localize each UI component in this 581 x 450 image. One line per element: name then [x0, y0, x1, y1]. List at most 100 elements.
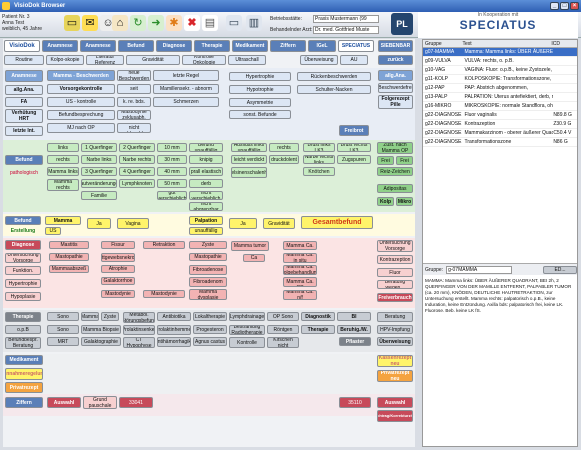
summary-row[interactable]: g16-MIKRO MIKROSKOPIE: normale Standflora…	[423, 102, 577, 111]
diag-mastodynie[interactable]: Mastodynie	[101, 290, 135, 298]
rueckenbeschwerden-button[interactable]: Rückenbeschwerden	[297, 72, 371, 81]
therapie-label[interactable]: Therapie	[5, 312, 41, 322]
adipositas-button[interactable]: Adipositas	[377, 184, 413, 193]
fa-button[interactable]: FA	[5, 97, 43, 107]
ther-kontrolle[interactable]: Kontrolle	[229, 337, 265, 348]
ther-pflaster[interactable]: Pflaster	[339, 337, 371, 346]
summary-row[interactable]: g22-DIAGNOSE Transformationszone N86 G	[423, 138, 577, 147]
card-icon[interactable]: ▭	[64, 15, 80, 31]
subtab-literatur[interactable]: Literatur Referenz	[86, 55, 124, 65]
folgerezept-button[interactable]: Folgerezept Pille	[378, 95, 413, 109]
gesamtbefund-button[interactable]: Gesamtbefund	[301, 216, 373, 229]
befund-10mm[interactable]: 10 mm	[157, 143, 187, 152]
seit-button[interactable]: seit	[117, 84, 151, 94]
summary-row[interactable]: g13-PALP PALPATION: Uterus antefiektiert,…	[423, 93, 577, 102]
befund-prall-elastisch[interactable]: prall elastisch	[189, 167, 223, 176]
gruppe-select[interactable]: g-07MAMMA	[446, 265, 513, 274]
diag-mamma-tumor[interactable]: Mamma tumor	[231, 241, 269, 251]
ther-lokaltherapie[interactable]: Lokaltherapie	[193, 312, 227, 321]
befund-nicht-abgrenzbar[interactable]: nicht abgrenzbar	[189, 202, 223, 211]
befund-familie[interactable]: Familie	[81, 191, 117, 200]
summary-row[interactable]: g11-KOLP KOLPOSKOPIE: Transformationszone…	[423, 75, 577, 84]
mikro-button[interactable]: Mikro	[396, 197, 413, 206]
tab-therapie[interactable]: Therapie	[194, 40, 230, 52]
neue-beschwerden-button[interactable]: neue Beschwerden	[117, 70, 151, 81]
allg-ana-right[interactable]: allg.Ana.	[378, 70, 413, 81]
ther-bestrahlung[interactable]: Bestrahlung Radiotherapie	[229, 325, 265, 335]
tab-diagnose[interactable]: Diagnose	[156, 40, 192, 52]
befund-mamma-rechts[interactable]: Mamma rechts	[47, 179, 79, 191]
home-icon[interactable]: ⌂	[112, 15, 128, 31]
letzte-int-button[interactable]: letzte Int.	[5, 126, 43, 136]
summary-row[interactable]: g22-DIAGNOSE Fluor vaginalis N89.8 G	[423, 111, 577, 120]
diagnose-label[interactable]: Diagnose	[5, 240, 41, 250]
befund-mid-button[interactable]: Ja	[229, 218, 257, 229]
summary-row[interactable]: g12-PAP PAP: Abstrich abgenommen,	[423, 84, 577, 93]
edit-button[interactable]: ED...	[543, 265, 577, 274]
betriebsstaette-select[interactable]: Praxis Mustermann (99	[313, 15, 379, 23]
diag-fettgewebsnekrose[interactable]: Fettgewebsnekrose	[101, 253, 135, 262]
befund-unauffaellig[interactable]: Befund unauffällig	[189, 143, 223, 152]
tab-anamnese-2[interactable]: Anamnese	[80, 40, 116, 52]
befundbesprechung-button[interactable]: Befundbesprechung	[47, 110, 115, 120]
diag-fibroadenom[interactable]: Fibroadenom	[189, 277, 227, 287]
befund-col-links[interactable]: links	[47, 143, 79, 152]
subtab-ultraschall[interactable]: Ultraschall	[228, 55, 266, 65]
diag-fibroadenose[interactable]: Fibroadenose	[189, 265, 227, 275]
arzt-select[interactable]: Dr. med. Gottfried Muste	[313, 26, 379, 34]
ther-antibiotika[interactable]: Antibiotika	[157, 312, 191, 321]
ther-ct-hypophyse[interactable]: CT Hypophyse	[123, 337, 155, 348]
mastodynie-zyklus-button[interactable]: Mastodynie zyklusabh.	[117, 110, 151, 120]
schmerzen-button[interactable]: Schmerzen	[153, 97, 219, 107]
ther-ueberweisung[interactable]: Überweisung	[377, 337, 413, 346]
summary-row[interactable]: g09-VULVA VULVA: rechts, o. p.B.	[423, 57, 577, 66]
mastodynie-nicht-zyklus-button[interactable]: Mastodynie nicht zyklusabh.	[117, 123, 151, 133]
reiz-zeichen-button[interactable]: Reiz-Zeichen	[377, 167, 413, 176]
ziffern-auswahl-button[interactable]: Auswahl	[47, 397, 81, 408]
tab-befund[interactable]: Befund	[118, 40, 154, 52]
diag-funktion[interactable]: Funktion.	[5, 266, 41, 275]
befund-col-rechts[interactable]: rechts	[47, 155, 79, 164]
diag-mastopathie[interactable]: Mastopathie	[49, 253, 89, 261]
diag-retraktion[interactable]: Retraktion	[143, 241, 185, 249]
befund-ausfluss-rechts[interactable]: Ausfluss rechts unauffällig	[269, 143, 299, 152]
siebenbar-button[interactable]: SIEBENBAR	[378, 40, 413, 52]
hypotrophie-button[interactable]: Hypotrophie	[229, 85, 291, 94]
privatrezept-button[interactable]: Privatrezept	[5, 382, 43, 393]
befund-narbe-rechts[interactable]: Narbe rechts	[119, 155, 155, 164]
befund-50mm[interactable]: 50 mm	[157, 179, 187, 188]
diag-untersuchung-right[interactable]: Untersuchung Vorsorge	[377, 240, 413, 252]
ther-hpv[interactable]: HPV-Impfung	[377, 325, 413, 334]
us-kontrolle-button[interactable]: US - kontrolle	[47, 97, 115, 107]
tab-igel[interactable]: IGeL	[308, 40, 336, 52]
ther-therapie[interactable]: Therapie	[301, 325, 335, 334]
ther-zyste[interactable]: Zyste	[101, 312, 119, 321]
ther-metabol[interactable]: Metabol. Störungsbefund	[123, 312, 155, 323]
layout-single-icon[interactable]: ▭	[226, 15, 242, 31]
ther-antihaemorrhagika[interactable]: Antihämorrhagika	[157, 337, 191, 347]
tab-anamnese[interactable]: Anamnese	[42, 40, 78, 52]
ther-sono[interactable]: Sono	[47, 312, 79, 321]
befund-brust-rechts[interactable]: Brust rechts LK3	[337, 143, 371, 152]
diag-atrophie[interactable]: Atrophie	[101, 265, 135, 273]
ther-prolaktinhemmer[interactable]: Prolaktinhemmer	[157, 325, 191, 335]
diag-mamma-ca-insitu[interactable]: Mamma Ca. in situ	[283, 253, 317, 263]
mamillensekretion-button[interactable]: Mamillensekr. - abnorm	[153, 84, 219, 94]
tab-medikament[interactable]: Medikament	[232, 40, 268, 52]
speciatus-button[interactable]: SPECIATUS	[338, 40, 374, 52]
ther-kirschen[interactable]: Kirschen nicht	[267, 337, 299, 348]
diag-hypertrophie[interactable]: Hypertrophie	[5, 279, 41, 288]
close-window-button[interactable]: ×	[570, 2, 579, 10]
befund-3qf[interactable]: 3 Querfinger	[81, 167, 117, 176]
medikament-label[interactable]: Medikament	[5, 355, 43, 365]
befund-zugspuren[interactable]: Zugspuren	[337, 155, 371, 164]
kolp-button[interactable]: Kolp	[377, 197, 394, 206]
summary-notes[interactable]: MAMMA: Mamma links: ÜBER ÄUßERER QUADRAN…	[425, 278, 575, 314]
beschwerdefrei-button[interactable]: Beschwerdefrei	[378, 83, 413, 93]
ja-button[interactable]: Ja	[87, 218, 111, 229]
befund-summary-label[interactable]: Befund	[5, 216, 41, 225]
vagina-button[interactable]: Vagina	[117, 218, 149, 229]
diag-mamma-ca-folge[interactable]: Mamma Ca. Folgebehandlung	[283, 265, 317, 275]
diag-kontrazeption[interactable]: Kontrazeption	[377, 255, 413, 264]
mamma-beschwerden-button[interactable]: Mamma - Beschwerden	[47, 70, 115, 81]
